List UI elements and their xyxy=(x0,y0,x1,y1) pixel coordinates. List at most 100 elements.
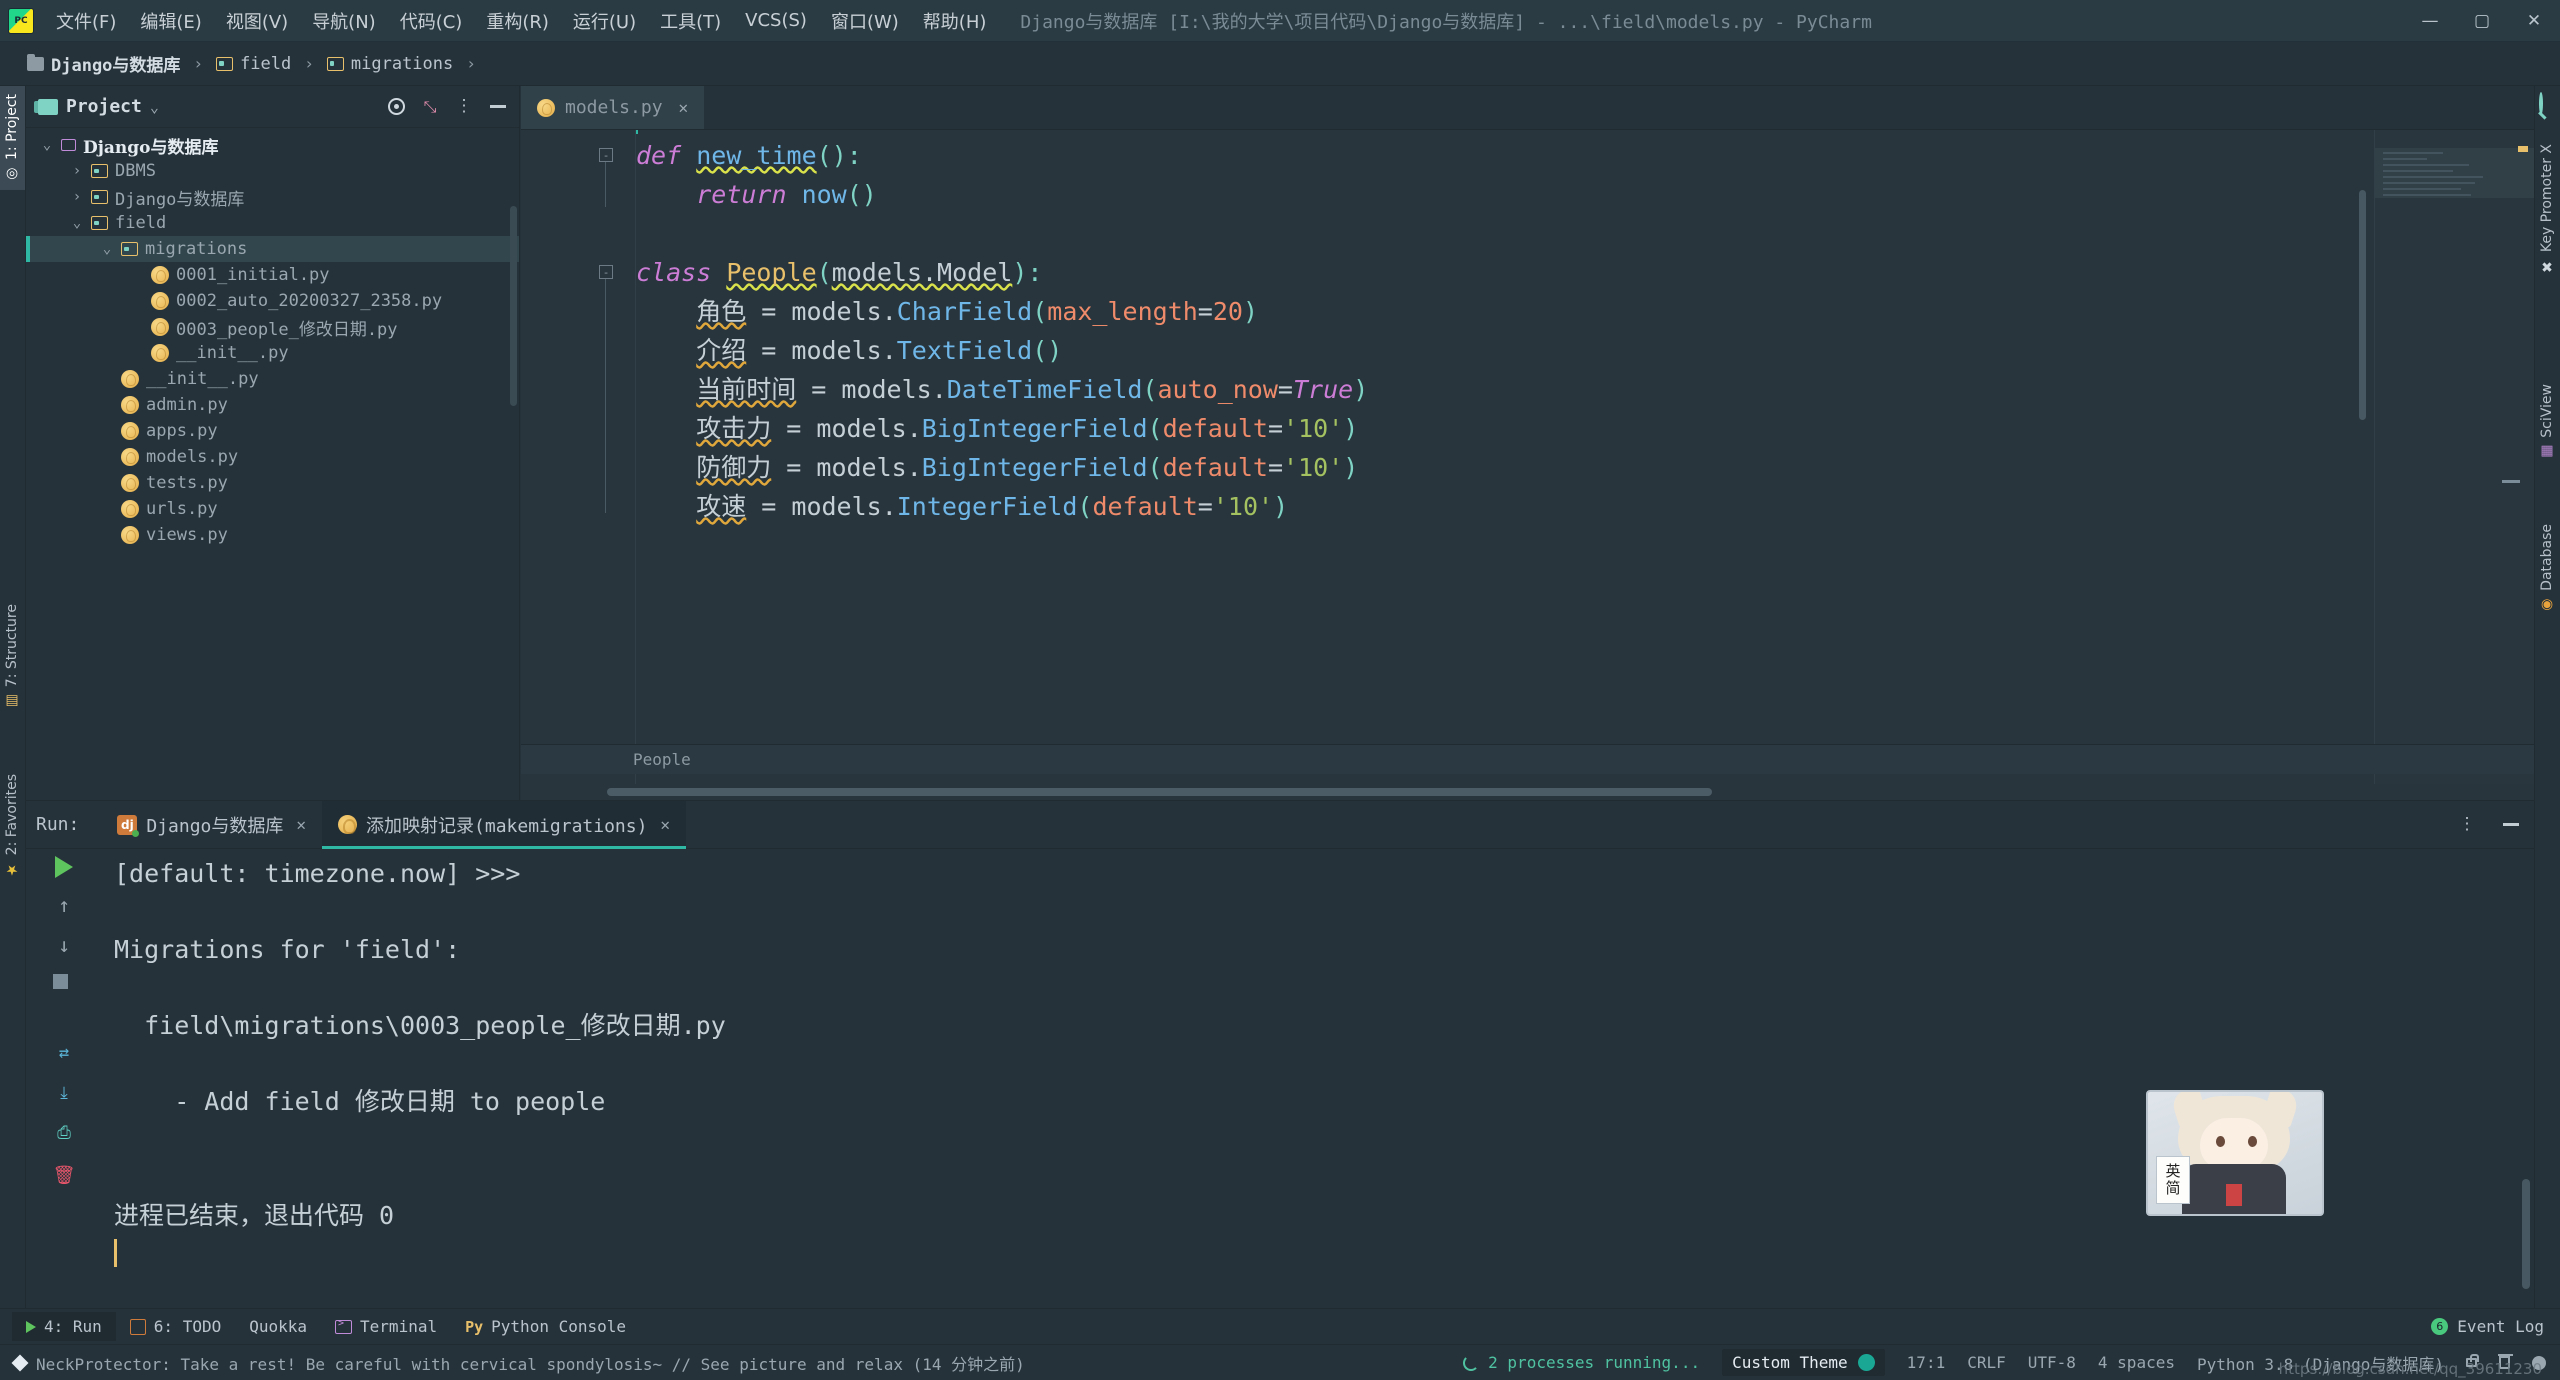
warning-marker[interactable] xyxy=(2518,146,2528,152)
background-processes[interactable]: 2 processes running... xyxy=(1463,1353,1700,1372)
minimize-button[interactable]: — xyxy=(2404,0,2456,42)
stop-process-button[interactable] xyxy=(46,967,74,995)
menu-item-code[interactable]: 代码(C) xyxy=(388,4,475,38)
soft-wrap-button[interactable]: ⇄ xyxy=(50,1039,78,1067)
close-icon[interactable]: ✕ xyxy=(660,815,670,834)
code-line: def new_time(): xyxy=(636,136,2534,175)
close-icon[interactable]: ✕ xyxy=(296,815,306,834)
code-token: default xyxy=(1092,492,1198,521)
tree-node[interactable]: __init__.py xyxy=(26,366,519,392)
tree-node[interactable]: 0001_initial.py xyxy=(26,262,519,288)
editor-minimap[interactable] xyxy=(2374,130,2534,800)
python-file-icon xyxy=(121,448,139,466)
sidebar-item-key-promoter[interactable]: ✖ Key Promoter X xyxy=(2534,136,2560,282)
menu-item-run[interactable]: 运行(U) xyxy=(561,4,648,38)
indent-setting[interactable]: 4 spaces xyxy=(2098,1353,2175,1372)
breadcrumb-item-migrations[interactable]: migrations xyxy=(322,52,458,76)
tool-button-quokka[interactable]: Quokka xyxy=(235,1312,321,1341)
chevron-right-icon[interactable]: › xyxy=(70,189,84,205)
code-token: ) xyxy=(1242,297,1259,326)
options-button[interactable]: ⋮ xyxy=(451,94,477,120)
next-occurrence-button[interactable]: ↓ xyxy=(50,931,78,959)
menu-item-file[interactable]: 文件(F) xyxy=(44,4,128,38)
chevron-down-icon[interactable]: ⌄ xyxy=(70,215,84,231)
editor-vertical-scrollbar[interactable] xyxy=(2359,130,2366,800)
project-scrollbar[interactable] xyxy=(510,206,517,406)
tool-button-todo[interactable]: 6: TODO xyxy=(116,1312,235,1341)
line-separator[interactable]: CRLF xyxy=(1967,1353,2006,1372)
hide-panel-button[interactable] xyxy=(485,94,511,120)
breadcrumb-item-field[interactable]: field xyxy=(211,52,296,76)
more-options-button[interactable]: ⋮ xyxy=(2454,812,2480,838)
run-tab-makemigrations[interactable]: 添加映射记录(makemigrations) ✕ xyxy=(322,800,687,849)
tree-node[interactable]: ⌄ field xyxy=(26,210,519,236)
code-editor[interactable]: 5-678-91011121314 def new_time(): return… xyxy=(521,130,2534,800)
tool-button-run[interactable]: 4: Run xyxy=(12,1312,116,1341)
event-log-button[interactable]: 6 Event Log xyxy=(2431,1317,2544,1336)
sidebar-item-sciview[interactable]: ▦ SciView xyxy=(2534,376,2560,468)
tool-button-terminal[interactable]: Terminal xyxy=(321,1312,451,1341)
tree-node[interactable]: 0003_people_修改日期.py xyxy=(26,314,519,340)
tree-node[interactable]: urls.py xyxy=(26,496,519,522)
tree-node[interactable]: › DBMS xyxy=(26,158,519,184)
tree-node[interactable]: apps.py xyxy=(26,418,519,444)
tree-node[interactable]: 0002_auto_20200327_2358.py xyxy=(26,288,519,314)
menu-item-help[interactable]: 帮助(H) xyxy=(911,4,999,38)
menu-item-navigate[interactable]: 导航(N) xyxy=(300,4,388,38)
sidebar-item-project[interactable]: ◎ 1: Project xyxy=(0,86,25,190)
tree-node-label: DBMS xyxy=(115,161,156,181)
menu-item-window[interactable]: 窗口(W) xyxy=(819,4,911,38)
run-console-scrollbar[interactable] xyxy=(2522,1179,2530,1289)
rerun-button[interactable] xyxy=(50,853,78,881)
tree-node[interactable]: ⌄ Django与数据库 xyxy=(26,132,519,158)
editor-horizontal-scrollbar[interactable] xyxy=(521,784,2534,800)
previous-occurrence-button[interactable]: ↑ xyxy=(50,891,78,919)
menu-item-refactor[interactable]: 重构(R) xyxy=(474,4,561,38)
tree-node[interactable]: tests.py xyxy=(26,470,519,496)
run-tab-django[interactable]: dj Django与数据库 ✕ xyxy=(101,801,322,849)
chevron-down-icon[interactable]: ⌄ xyxy=(150,98,159,116)
sidebar-item-database[interactable]: ◉ Database xyxy=(2534,516,2560,621)
scroll-to-end-button[interactable]: ⤓ xyxy=(50,1079,78,1107)
file-encoding[interactable]: UTF-8 xyxy=(2028,1353,2076,1372)
locate-file-button[interactable] xyxy=(383,94,409,120)
editor-tab-models-py[interactable]: models.py ✕ xyxy=(521,86,705,129)
chevron-right-icon: › xyxy=(193,54,204,73)
print-button[interactable]: ⎙ xyxy=(50,1119,78,1147)
tree-node[interactable]: ⌄ migrations xyxy=(26,236,519,262)
caret-position[interactable]: 17:1 xyxy=(1907,1353,1946,1372)
theme-switcher[interactable]: Custom Theme xyxy=(1722,1349,1885,1376)
sidebar-item-structure[interactable]: ▤ 7: Structure xyxy=(0,596,25,717)
search-everywhere-rail-button[interactable] xyxy=(2539,92,2543,115)
menu-item-view[interactable]: 视图(V) xyxy=(214,4,300,38)
project-panel-header: Project ⌄ ⤡ ⋮ xyxy=(26,86,519,128)
chevron-right-icon[interactable]: › xyxy=(70,163,84,179)
collapse-all-button[interactable]: ⤡ xyxy=(417,94,443,120)
chevron-right-icon: › xyxy=(466,54,476,73)
maximize-button[interactable]: ▢ xyxy=(2456,0,2508,42)
tree-node[interactable]: models.py xyxy=(26,444,519,470)
editor-gutter[interactable] xyxy=(521,130,636,800)
chevron-down-icon[interactable]: ⌄ xyxy=(40,137,54,153)
close-button[interactable]: ✕ xyxy=(2508,0,2560,42)
tree-node[interactable]: › Django与数据库 xyxy=(26,184,519,210)
fold-toggle[interactable]: - xyxy=(599,265,613,279)
clear-all-button[interactable]: 🗑 xyxy=(50,1161,78,1189)
close-icon[interactable]: ✕ xyxy=(679,98,689,117)
sidebar-item-favorites[interactable]: ★ 2: Favorites xyxy=(0,766,25,885)
breadcrumb-item-project[interactable]: Django与数据库 xyxy=(22,49,185,78)
tool-button-python-console[interactable]: Py Python Console xyxy=(451,1312,640,1341)
hide-run-panel-button[interactable] xyxy=(2498,812,2524,838)
run-console-output[interactable]: [default: timezone.now] >>> Migrations f… xyxy=(96,849,2534,1308)
menu-item-edit[interactable]: 编辑(E) xyxy=(128,4,213,38)
chevron-down-icon[interactable]: ⌄ xyxy=(100,241,114,257)
fold-toggle[interactable]: - xyxy=(599,148,613,162)
menu-item-tools[interactable]: 工具(T) xyxy=(648,4,733,38)
code-token: ( xyxy=(1077,492,1093,521)
menu-item-vcs[interactable]: VCS(S) xyxy=(733,6,819,35)
tree-node[interactable]: views.py xyxy=(26,522,519,548)
tree-node[interactable]: admin.py xyxy=(26,392,519,418)
tree-node[interactable]: __init__.py xyxy=(26,340,519,366)
code-token: = models. xyxy=(746,492,897,521)
